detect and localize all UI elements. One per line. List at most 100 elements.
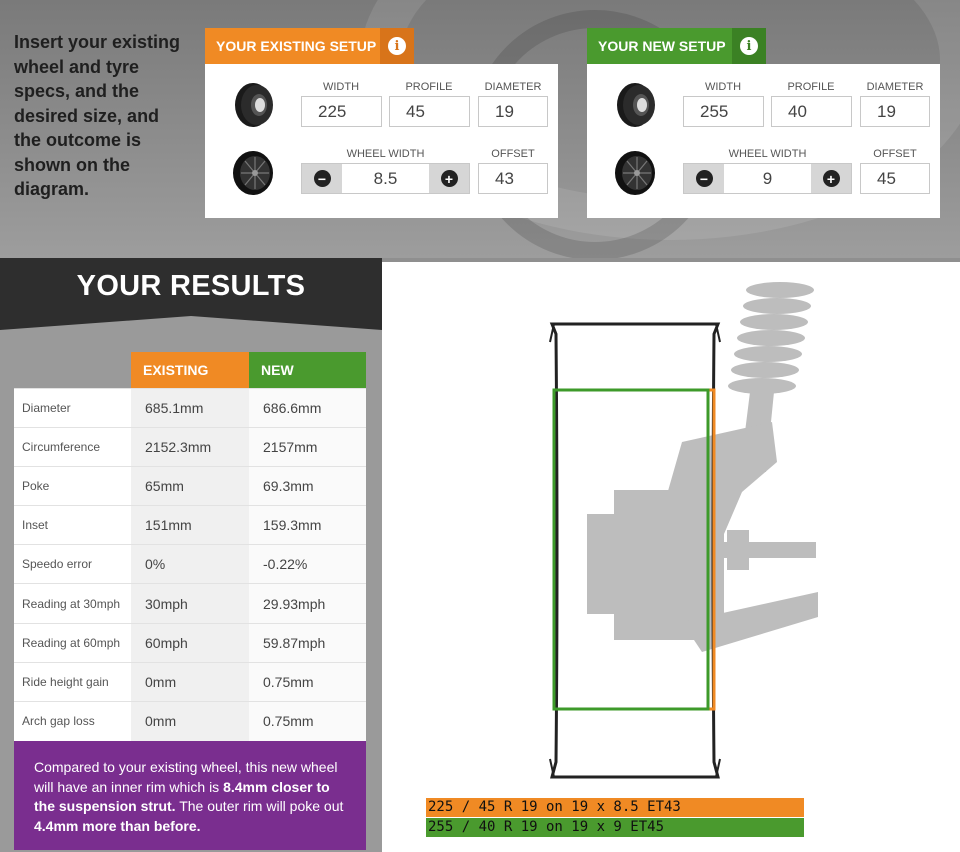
suspension-graphic [587,282,818,652]
tyre-icon [235,83,273,127]
new-setup-card: WIDTH PROFILE DIAMETER 255 40 19 WHEEL W… [587,64,940,218]
existing-diameter-input[interactable]: 19 [478,96,548,127]
new-setup-tab[interactable]: YOUR NEW SETUP i [587,28,766,64]
existing-value: 65mm [131,465,249,506]
results-table: EXISTING NEW Diameter 685.1mm 686.6mm Circ… [14,352,366,741]
existing-wheel-width-value[interactable]: 8.5 [342,164,429,193]
info-icon: i [740,37,758,55]
new-value: 159.3mm [249,505,366,545]
row-name: Ride height gain [14,661,131,702]
row-name: Diameter [14,387,131,428]
width-label: WIDTH [322,81,360,93]
profile-label: PROFILE [405,81,453,93]
column-new: NEW [249,352,366,388]
minus-icon: − [313,170,331,187]
column-existing: EXISTING [131,352,249,388]
existing-setup-panel: YOUR EXISTING SETUP i WIDTH PROFILE DIAM… [205,28,558,218]
existing-info-button[interactable]: i [380,28,414,64]
existing-value: 0mm [131,700,249,741]
new-width-input[interactable]: 255 [683,96,764,127]
table-header-row: EXISTING NEW [14,352,366,388]
new-info-button[interactable]: i [732,28,766,64]
row-name: Arch gap loss [14,700,131,741]
decrement-button[interactable]: − [684,164,724,193]
existing-width-input[interactable]: 225 [301,96,382,127]
new-value: 69.3mm [249,465,366,506]
row-name: Reading at 60mph [14,622,131,663]
existing-profile-input[interactable]: 45 [389,96,470,127]
results-header: YOUR RESULTS [0,258,382,330]
row-name: Speedo error [14,544,131,584]
plus-icon: + [822,170,840,187]
comparison-summary: Compared to your existing wheel, this ne… [14,741,366,850]
new-profile-input[interactable]: 40 [771,96,852,127]
table-row: Diameter 685.1mm 686.6mm [14,387,366,428]
table-row: Ride height gain 0mm 0.75mm [14,661,366,702]
new-value: 59.87mph [249,622,366,663]
offset-label: OFFSET [873,148,917,160]
new-value: 0.75mm [249,700,366,741]
increment-button[interactable]: + [429,164,469,193]
row-name: Circumference [14,426,131,467]
new-value: 0.75mm [249,661,366,702]
hub-flange [587,514,619,614]
row-name: Reading at 30mph [14,583,131,624]
existing-value: 685.1mm [131,387,249,428]
table-row: Poke 65mm 69.3mm [14,465,366,506]
summary-text-2: The outer rim will poke out [175,798,344,814]
existing-setup-tab[interactable]: YOUR EXISTING SETUP i [205,28,414,64]
existing-setup-card: WIDTH PROFILE DIAMETER 225 45 19 WHEEL W… [205,64,558,218]
new-value: 2157mm [249,426,366,467]
table-row: Circumference 2152.3mm 2157mm [14,426,366,467]
diameter-label: DIAMETER [866,81,924,93]
legend-new: 255 / 40 R 19 on 19 x 9 ET45 [426,818,804,837]
wheel-icon [615,151,655,195]
cv-joint [727,530,749,570]
existing-value: 60mph [131,622,249,663]
diameter-label: DIAMETER [484,81,542,93]
new-value: -0.22% [249,544,366,584]
summary-bold-2: 4.4mm more than before. [34,817,201,834]
row-name: Inset [14,505,131,545]
new-wheel-width-value[interactable]: 9 [724,164,811,193]
intro-text: Insert your existing wheel and tyre spec… [14,32,181,199]
existing-value: 151mm [131,505,249,545]
table-row: Speedo error 0% -0.22% [14,544,366,584]
new-setup-label: YOUR NEW SETUP [598,38,726,54]
legend-existing: 225 / 45 R 19 on 19 x 8.5 ET43 [426,798,804,817]
fitment-diagram [382,262,960,852]
existing-value: 30mph [131,583,249,624]
info-icon: i [388,37,406,55]
diagram-canvas [549,282,818,779]
existing-setup-label: YOUR EXISTING SETUP [216,38,377,54]
new-wheel-width-stepper: − 9 + [683,163,852,194]
existing-offset-input[interactable]: 43 [478,163,548,194]
increment-button[interactable]: + [811,164,851,193]
coil-spring [728,282,814,394]
new-value: 29.93mph [249,583,366,624]
wheel-width-label: WHEEL WIDTH [346,148,425,160]
new-value: 686.6mm [249,387,366,428]
minus-icon: − [695,170,713,187]
header-spacer [14,352,131,388]
new-offset-input[interactable]: 45 [860,163,930,194]
offset-label: OFFSET [491,148,535,160]
results-title: YOUR RESULTS [76,270,306,302]
existing-value: 0mm [131,661,249,702]
wheel-icon [233,151,273,195]
new-setup-panel: YOUR NEW SETUP i WIDTH PROFILE DIAMETER … [587,28,940,218]
tyre-icon [617,83,655,127]
existing-value: 0% [131,544,249,584]
table-row: Arch gap loss 0mm 0.75mm [14,700,366,741]
table-row: Reading at 60mph 60mph 59.87mph [14,622,366,663]
plus-icon: + [440,170,458,187]
wheel-width-label: WHEEL WIDTH [728,148,807,160]
drive-shaft [704,542,816,558]
header-notch [0,316,382,330]
decrement-button[interactable]: − [302,164,342,193]
row-name: Poke [14,465,131,506]
profile-label: PROFILE [787,81,835,93]
existing-wheel-width-stepper: − 8.5 + [301,163,470,194]
table-row: Inset 151mm 159.3mm [14,505,366,545]
new-diameter-input[interactable]: 19 [860,96,930,127]
